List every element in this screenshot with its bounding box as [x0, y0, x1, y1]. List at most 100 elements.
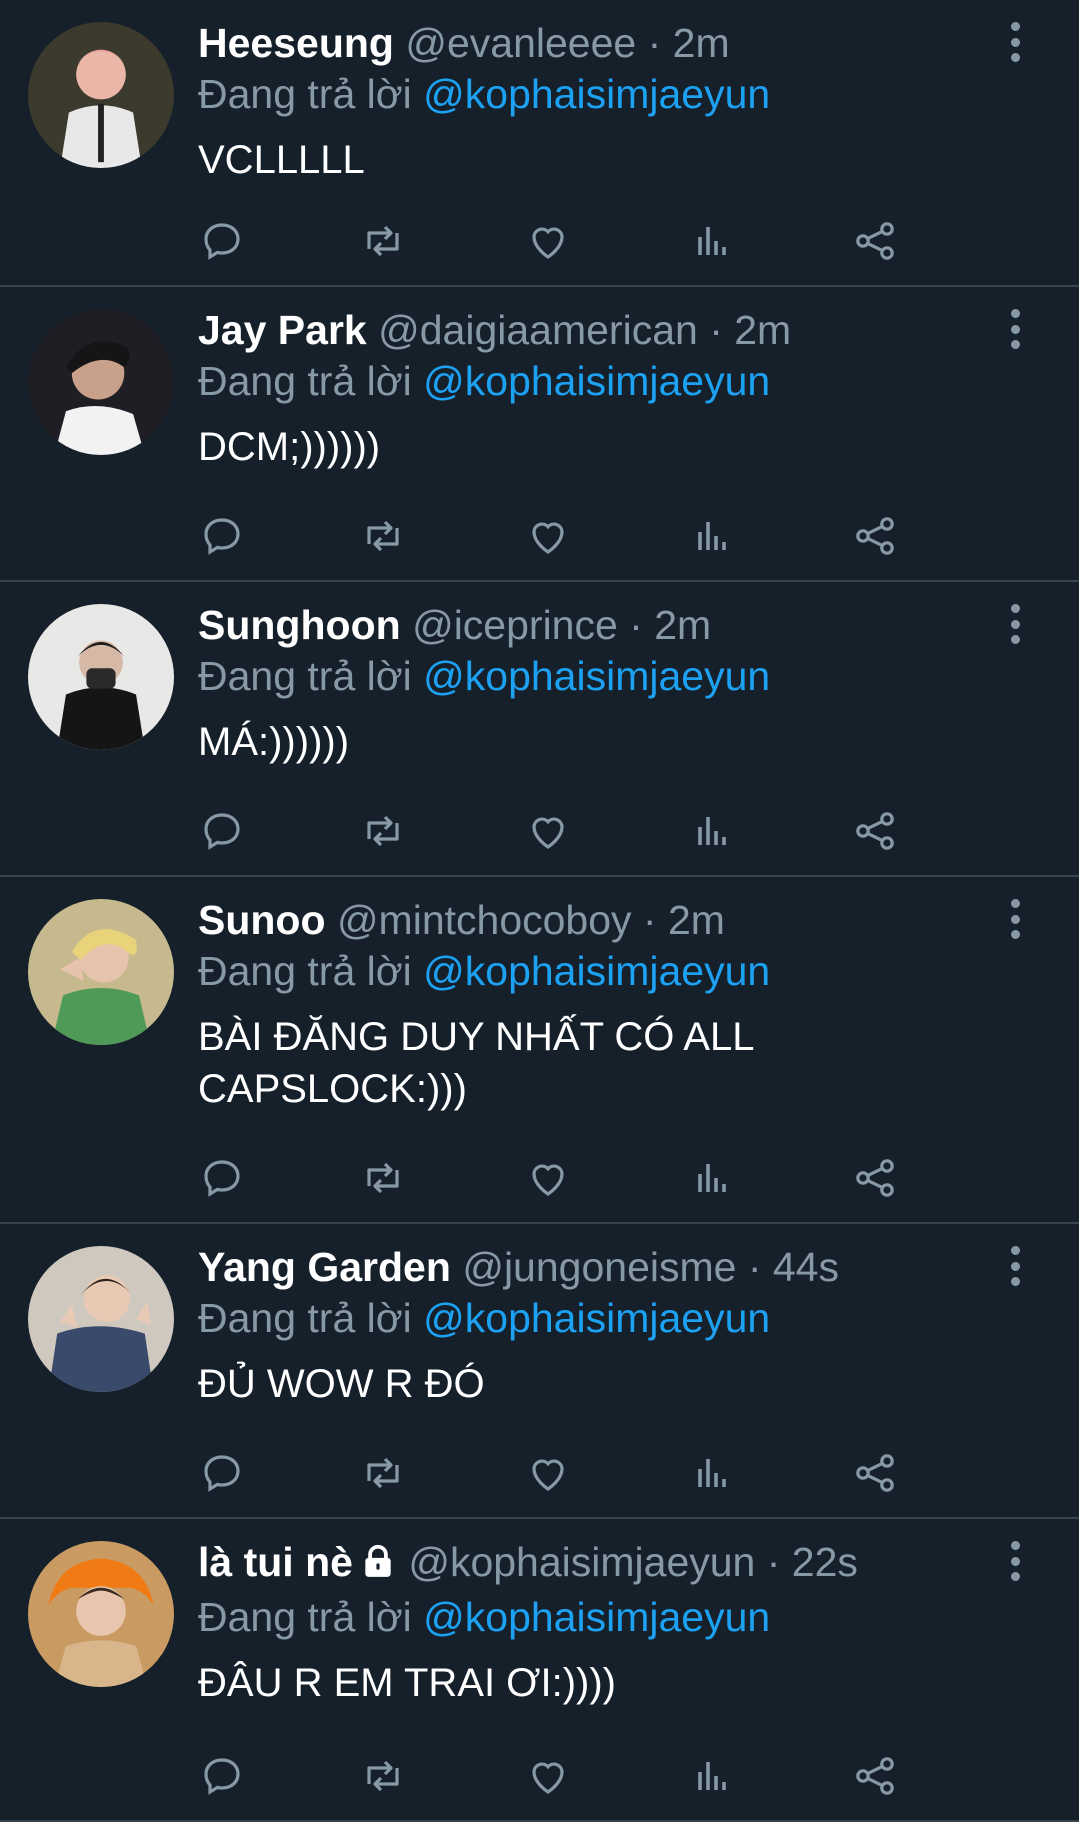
timestamp[interactable]: 2m — [668, 897, 725, 943]
action-bar — [198, 1449, 1013, 1497]
author-handle[interactable]: @jungoneisme — [462, 1244, 736, 1290]
timestamp[interactable]: 2m — [654, 602, 711, 648]
retweet-icon[interactable] — [359, 217, 407, 265]
tweet-text: ĐÂU R EM TRAI ƠI:)))) — [198, 1661, 616, 1705]
reply-target-link[interactable]: @kophaisimjaeyun — [423, 653, 770, 699]
tweet[interactable]: Sunoo @mintchocoboy · 2m Đang trả lời @k… — [0, 877, 1079, 1224]
avatar[interactable] — [28, 1246, 174, 1392]
reply-prefix: Đang trả lời — [198, 948, 412, 994]
more-options-icon[interactable] — [1003, 1541, 1027, 1581]
like-icon[interactable] — [524, 217, 572, 265]
analytics-icon[interactable] — [688, 1154, 736, 1202]
reply-context: Đang trả lời @kophaisimjaeyun — [198, 1591, 979, 1643]
separator-dot: · — [631, 897, 668, 943]
more-options-icon[interactable] — [1003, 309, 1027, 349]
analytics-icon[interactable] — [688, 512, 736, 560]
tweet[interactable]: Heeseung @evanleeee · 2m Đang trả lời @k… — [0, 0, 1079, 287]
reply-context: Đang trả lời @kophaisimjaeyun — [198, 68, 979, 120]
retweet-icon[interactable] — [359, 1154, 407, 1202]
like-icon[interactable] — [524, 512, 572, 560]
reply-icon[interactable] — [198, 1449, 246, 1497]
analytics-icon[interactable] — [688, 807, 736, 855]
separator-dot: · — [755, 1539, 792, 1585]
author-name[interactable]: Sunoo — [198, 897, 326, 943]
analytics-icon[interactable] — [688, 1752, 736, 1800]
action-bar — [198, 217, 1013, 265]
tweet-header: Yang Garden @jungoneisme · 44s — [198, 1242, 979, 1292]
tweet-header: Jay Park @daigiaamerican · 2m — [198, 305, 979, 355]
more-options-icon[interactable] — [1003, 22, 1027, 62]
more-options-icon[interactable] — [1003, 604, 1027, 644]
reply-feed: Heeseung @evanleeee · 2m Đang trả lời @k… — [0, 0, 1079, 1822]
tweet-text: BÀI ĐĂNG DUY NHẤT CÓ ALL CAPSLOCK:))) — [198, 1015, 753, 1111]
share-icon[interactable] — [851, 807, 899, 855]
author-handle[interactable]: @kophaisimjaeyun — [408, 1539, 755, 1585]
tweet-text: DCM;)))))) — [198, 425, 381, 469]
timestamp[interactable]: 44s — [773, 1244, 839, 1290]
more-options-icon[interactable] — [1003, 899, 1027, 939]
reply-target-link[interactable]: @kophaisimjaeyun — [423, 1295, 770, 1341]
tweet[interactable]: Yang Garden @jungoneisme · 44s Đang trả … — [0, 1224, 1079, 1519]
avatar[interactable] — [28, 899, 174, 1045]
author-handle[interactable]: @mintchocoboy — [337, 897, 632, 943]
avatar[interactable] — [28, 309, 174, 455]
reply-prefix: Đang trả lời — [198, 653, 412, 699]
reply-icon[interactable] — [198, 1752, 246, 1800]
reply-context: Đang trả lời @kophaisimjaeyun — [198, 650, 979, 702]
retweet-icon[interactable] — [359, 1449, 407, 1497]
author-handle[interactable]: @evanleeee — [405, 20, 636, 66]
avatar[interactable] — [28, 1541, 174, 1687]
like-icon[interactable] — [524, 1449, 572, 1497]
analytics-icon[interactable] — [688, 1449, 736, 1497]
share-icon[interactable] — [851, 1752, 899, 1800]
action-bar — [198, 1154, 1013, 1202]
avatar[interactable] — [28, 22, 174, 168]
like-icon[interactable] — [524, 1752, 572, 1800]
author-name[interactable]: Jay Park — [198, 307, 367, 353]
share-icon[interactable] — [851, 217, 899, 265]
reply-icon[interactable] — [198, 512, 246, 560]
action-bar — [198, 807, 1013, 855]
avatar[interactable] — [28, 604, 174, 750]
reply-icon[interactable] — [198, 217, 246, 265]
timestamp[interactable]: 22s — [792, 1539, 858, 1585]
reply-target-link[interactable]: @kophaisimjaeyun — [423, 71, 770, 117]
tweet[interactable]: Jay Park @daigiaamerican · 2m Đang trả l… — [0, 287, 1079, 582]
tweet-header: là tui nè @kophaisimjaeyun · 22s — [198, 1537, 979, 1591]
separator-dot: · — [736, 1244, 773, 1290]
retweet-icon[interactable] — [359, 512, 407, 560]
timestamp[interactable]: 2m — [673, 20, 730, 66]
tweet-header: Heeseung @evanleeee · 2m — [198, 18, 979, 68]
tweet-header: Sunoo @mintchocoboy · 2m — [198, 895, 979, 945]
more-options-icon[interactable] — [1003, 1246, 1027, 1286]
reply-icon[interactable] — [198, 1154, 246, 1202]
reply-target-link[interactable]: @kophaisimjaeyun — [423, 358, 770, 404]
separator-dot: · — [617, 602, 655, 648]
tweet[interactable]: Sunghoon @iceprince · 2m Đang trả lời @k… — [0, 582, 1079, 877]
reply-prefix: Đang trả lời — [198, 71, 412, 117]
author-handle[interactable]: @daigiaamerican — [378, 307, 698, 353]
tweet[interactable]: là tui nè @kophaisimjaeyun · 22s Đang tr… — [0, 1519, 1079, 1822]
author-name[interactable]: là tui nè — [198, 1539, 353, 1585]
retweet-icon[interactable] — [359, 1752, 407, 1800]
retweet-icon[interactable] — [359, 807, 407, 855]
author-handle[interactable]: @iceprince — [412, 602, 618, 648]
author-name[interactable]: Yang Garden — [198, 1244, 451, 1290]
lock-icon — [359, 1541, 397, 1591]
author-name[interactable]: Heeseung — [198, 20, 394, 66]
like-icon[interactable] — [524, 1154, 572, 1202]
tweet-text: MÁ:)))))) — [198, 720, 350, 764]
timestamp[interactable]: 2m — [734, 307, 791, 353]
like-icon[interactable] — [524, 807, 572, 855]
reply-target-link[interactable]: @kophaisimjaeyun — [423, 948, 770, 994]
author-name[interactable]: Sunghoon — [198, 602, 401, 648]
reply-icon[interactable] — [198, 807, 246, 855]
reply-prefix: Đang trả lời — [198, 1594, 412, 1640]
share-icon[interactable] — [851, 1154, 899, 1202]
analytics-icon[interactable] — [688, 217, 736, 265]
action-bar — [198, 512, 1013, 560]
share-icon[interactable] — [851, 1449, 899, 1497]
reply-target-link[interactable]: @kophaisimjaeyun — [423, 1594, 770, 1640]
separator-dot: · — [697, 307, 735, 353]
share-icon[interactable] — [851, 512, 899, 560]
